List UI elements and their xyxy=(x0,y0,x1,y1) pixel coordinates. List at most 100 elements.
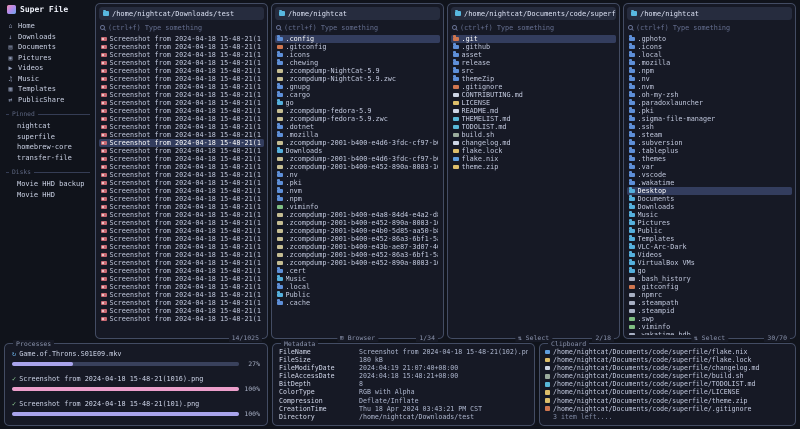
sidebar-item[interactable]: ⇄ PublicShare xyxy=(6,95,90,106)
process-item[interactable]: ↻ Game.of.Throns.S01E09.mkv 27% xyxy=(12,350,260,368)
sidebar-item[interactable]: ▶ Videos xyxy=(6,63,90,74)
file-row[interactable]: .zcompdump-2001-b400-e43b-ae87-3d07-46c8 xyxy=(275,243,440,251)
file-row[interactable]: Videos xyxy=(627,251,792,259)
file-row[interactable]: .viminfo xyxy=(627,323,792,331)
file-row[interactable]: LICENSE xyxy=(451,99,616,107)
file-row[interactable]: .zcompdump-2001-b400-e4d6-3fdc-cf97-b0f8 xyxy=(275,139,440,147)
file-row[interactable]: .zcompdump-2001-b400-e452-86a3-6bf1-5a2e xyxy=(275,251,440,259)
file-row[interactable]: TODOLIST.md xyxy=(451,123,616,131)
file-row[interactable]: .chewing xyxy=(275,59,440,67)
file-row[interactable]: Screenshot from 2024-04-18 15-48-21(1... xyxy=(99,147,264,155)
pinned-item[interactable]: homebrew-core xyxy=(6,142,90,153)
file-row[interactable]: .viminfo xyxy=(275,203,440,211)
file-row[interactable]: Templates xyxy=(627,235,792,243)
sidebar-item[interactable]: ▦ Templates xyxy=(6,84,90,95)
file-row[interactable]: .local xyxy=(275,283,440,291)
file-row[interactable]: .icons xyxy=(627,43,792,51)
file-row[interactable]: go xyxy=(627,267,792,275)
file-row[interactable]: Screenshot from 2024-04-18 15-48-21(1... xyxy=(99,251,264,259)
file-row[interactable]: .wakatime xyxy=(627,179,792,187)
process-item[interactable]: ✓ Screenshot from 2024-04-18 15-48-21(10… xyxy=(12,375,260,393)
file-row[interactable]: .zcompdump-2001-b400-e4a8-84d4-e4a2-d8a3 xyxy=(275,211,440,219)
file-row[interactable]: Screenshot from 2024-04-18 15-48-21(1... xyxy=(99,291,264,299)
file-row[interactable]: .npm xyxy=(627,67,792,75)
file-row[interactable]: Music xyxy=(627,211,792,219)
file-row[interactable]: Screenshot from 2024-04-18 15-48-21(1... xyxy=(99,123,264,131)
file-row[interactable]: .subversion xyxy=(627,139,792,147)
file-row[interactable]: .zcompdump-2001-b400-e4d6-3fdc-cf97-b0f8 xyxy=(275,155,440,163)
file-row[interactable]: .steam xyxy=(627,131,792,139)
file-row[interactable]: Screenshot from 2024-04-18 15-48-21(1... xyxy=(99,91,264,99)
file-row[interactable]: .ssh xyxy=(627,123,792,131)
file-row[interactable]: asset xyxy=(451,51,616,59)
file-row[interactable]: .gphoto xyxy=(627,35,792,43)
disk-item[interactable]: Movie HHD backup xyxy=(6,179,90,190)
file-row[interactable]: Screenshot from 2024-04-18 15-48-21(1... xyxy=(99,219,264,227)
file-row[interactable]: .gitconfig xyxy=(627,283,792,291)
file-row[interactable]: Screenshot from 2024-04-18 15-48-21(1... xyxy=(99,131,264,139)
pinned-item[interactable]: nightcat xyxy=(6,121,90,132)
file-row[interactable]: .swp xyxy=(627,315,792,323)
file-row[interactable]: Screenshot from 2024-04-18 15-48-21(1... xyxy=(99,235,264,243)
file-row[interactable]: VLC-Arc-Dark xyxy=(627,243,792,251)
file-row[interactable]: .var xyxy=(627,163,792,171)
pinned-item[interactable]: superfile xyxy=(6,132,90,143)
panel-3-search-bar[interactable]: (ctrl+f) Type something xyxy=(452,22,615,33)
file-row[interactable]: .nvm xyxy=(275,187,440,195)
file-row[interactable]: .cert xyxy=(275,267,440,275)
file-row[interactable]: .gnupg xyxy=(275,83,440,91)
file-row[interactable]: Documents xyxy=(627,195,792,203)
file-row[interactable]: Screenshot from 2024-04-18 15-48-21(1... xyxy=(99,163,264,171)
panel-2-search-bar[interactable]: (ctrl+f) Type something xyxy=(276,22,439,33)
file-row[interactable]: .github xyxy=(451,43,616,51)
file-row[interactable]: Screenshot from 2024-04-18 15-48-21(1... xyxy=(99,171,264,179)
file-row[interactable]: Screenshot from 2024-04-18 15-48-21(1... xyxy=(99,83,264,91)
file-row[interactable]: Screenshot from 2024-04-18 15-48-21(1... xyxy=(99,59,264,67)
pinned-item[interactable]: transfer-file xyxy=(6,153,90,164)
file-row[interactable]: Desktop xyxy=(627,187,792,195)
file-row[interactable]: flake.nix xyxy=(451,155,616,163)
sidebar-item[interactable]: ♫ Music xyxy=(6,74,90,85)
file-row[interactable]: Screenshot from 2024-04-18 15-48-21(1... xyxy=(99,43,264,51)
file-row[interactable]: .vscode xyxy=(627,171,792,179)
panel-4-search-bar[interactable]: (ctrl+f) Type something xyxy=(628,22,791,33)
file-row[interactable]: .local xyxy=(627,51,792,59)
file-row[interactable]: .cargo xyxy=(275,91,440,99)
file-row[interactable]: Screenshot from 2024-04-18 15-48-21(1... xyxy=(99,243,264,251)
file-row[interactable]: Screenshot from 2024-04-18 15-48-21(1... xyxy=(99,299,264,307)
file-row[interactable]: Screenshot from 2024-04-18 15-48-21(1... xyxy=(99,275,264,283)
file-row[interactable]: .zcompdump-2001-b400-e452-890a-8083-16a3 xyxy=(275,259,440,267)
file-row[interactable]: Screenshot from 2024-04-18 15-48-21(1... xyxy=(99,267,264,275)
file-row[interactable]: .zcompdump-2001-b400-e452-890a-8083-16a3 xyxy=(275,219,440,227)
file-row[interactable]: Pictures xyxy=(627,219,792,227)
file-row[interactable]: Screenshot from 2024-04-18 15-48-21(1... xyxy=(99,211,264,219)
file-row[interactable]: .config xyxy=(275,35,440,43)
file-row[interactable]: .cache xyxy=(275,299,440,307)
file-row[interactable]: .zcompdump-fedora-5.9 xyxy=(275,107,440,115)
sidebar-item[interactable]: ▤ Documents xyxy=(6,42,90,53)
file-row[interactable]: Screenshot from 2024-04-18 15-48-21(1... xyxy=(99,67,264,75)
file-row[interactable]: Screenshot from 2024-04-18 15-48-21(1... xyxy=(99,51,264,59)
file-row[interactable]: .themes xyxy=(627,155,792,163)
file-row[interactable]: .zcompdump-NightCat-5.9 xyxy=(275,67,440,75)
file-row[interactable]: Public xyxy=(627,227,792,235)
file-row[interactable]: go xyxy=(275,99,440,107)
file-row[interactable]: Screenshot from 2024-04-18 15-48-21(1... xyxy=(99,75,264,83)
file-row[interactable]: Screenshot from 2024-04-18 15-48-21(1... xyxy=(99,35,264,43)
process-item[interactable]: ✓ Screenshot from 2024-04-18 15-48-21(10… xyxy=(12,400,260,418)
file-row[interactable]: Screenshot from 2024-04-18 15-48-21(1... xyxy=(99,179,264,187)
file-row[interactable]: Screenshot from 2024-04-18 15-48-21(1... xyxy=(99,187,264,195)
file-row[interactable]: Screenshot from 2024-04-18 15-48-21(1... xyxy=(99,107,264,115)
sidebar-item[interactable]: ⌂ Home xyxy=(6,21,90,32)
file-row[interactable]: Screenshot from 2024-04-18 15-48-21(1... xyxy=(99,227,264,235)
file-row[interactable]: .gitconfig xyxy=(275,43,440,51)
file-row[interactable]: .steampid xyxy=(627,307,792,315)
file-row[interactable]: THEMELIST.md xyxy=(451,115,616,123)
file-row[interactable]: .dotnet xyxy=(275,123,440,131)
file-row[interactable]: Public xyxy=(275,291,440,299)
file-row[interactable]: .pki xyxy=(627,107,792,115)
file-row[interactable]: .icons xyxy=(275,51,440,59)
file-row[interactable]: Screenshot from 2024-04-18 15-48-21(1... xyxy=(99,139,264,147)
file-row[interactable]: CONTRIBUTING.md xyxy=(451,91,616,99)
file-row[interactable]: VirtualBox VMs xyxy=(627,259,792,267)
